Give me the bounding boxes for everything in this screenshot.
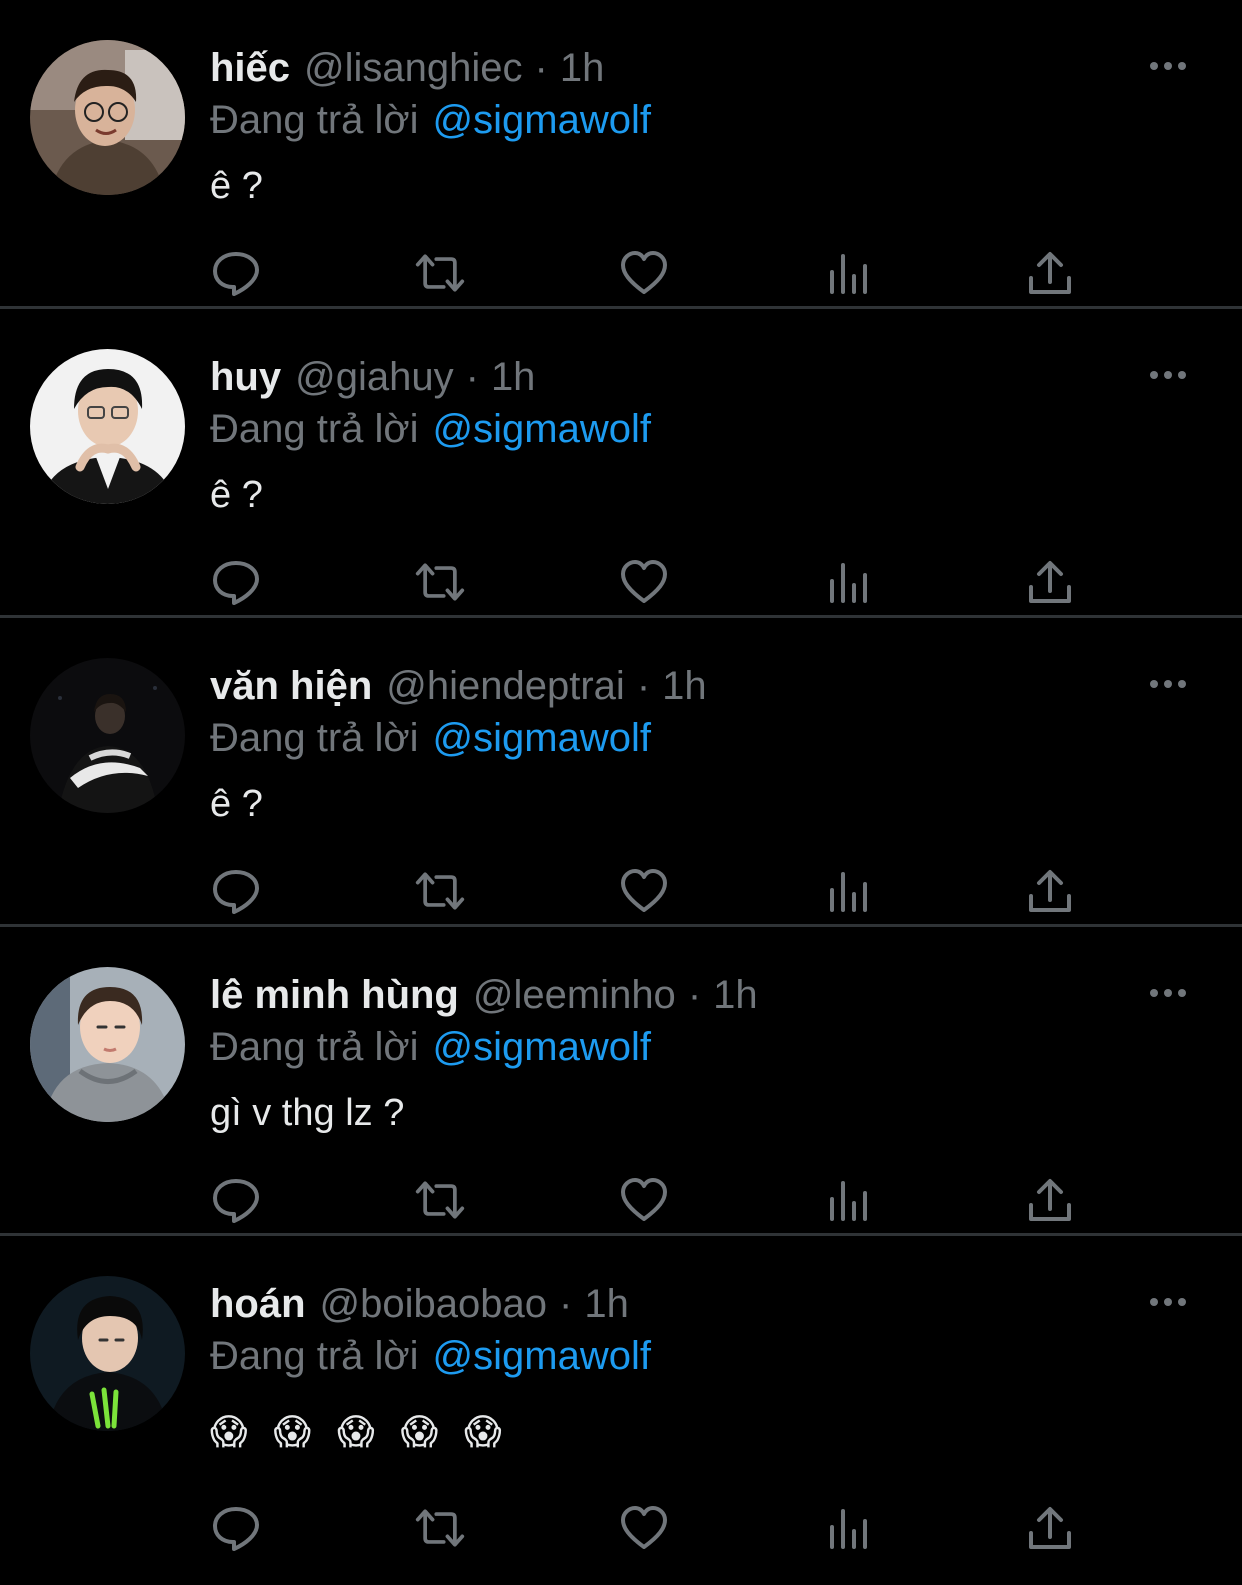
reply-bubble-icon[interactable]: [210, 865, 262, 917]
separator-dot: ·: [534, 46, 548, 90]
avatar[interactable]: [30, 1276, 185, 1431]
tweet-header: hiếc @lisanghiec · 1h: [210, 44, 604, 92]
display-name[interactable]: huy: [210, 355, 281, 399]
user-handle[interactable]: @lisanghiec: [304, 46, 523, 90]
action-bar: [0, 556, 1242, 612]
tweet-text: 😱 😱 😱 😱 😱: [210, 1411, 510, 1452]
tweet-text: gì v thg lz ?: [210, 1092, 405, 1134]
avatar[interactable]: [30, 40, 185, 195]
reply-bubble-icon[interactable]: [210, 556, 262, 608]
retweet-icon[interactable]: [414, 1174, 466, 1226]
more-horizontal-icon[interactable]: [1148, 363, 1188, 387]
reply-bubble-icon[interactable]: [210, 247, 262, 299]
share-upload-icon[interactable]: [1024, 247, 1076, 299]
more-horizontal-icon[interactable]: [1148, 981, 1188, 1005]
reply-bubble-icon[interactable]: [210, 1502, 262, 1554]
reply-feed: hiếc @lisanghiec · 1h Đang trả lời @sigmawol…: [0, 0, 1242, 1585]
reply-bubble-icon[interactable]: [210, 1174, 262, 1226]
action-bar: [0, 1502, 1242, 1558]
tweet[interactable]: huy @giahuy · 1h Đang trả lời @sigmawolf ê ?: [0, 309, 1242, 618]
avatar[interactable]: [30, 658, 185, 813]
mention-link[interactable]: @sigmawolf: [433, 1025, 651, 1069]
display-name[interactable]: hoán: [210, 1282, 306, 1326]
replying-to: Đang trả lời @sigmawolf: [210, 1332, 651, 1380]
tweet-text: ê ?: [210, 165, 263, 207]
heart-icon[interactable]: [618, 556, 670, 608]
share-upload-icon[interactable]: [1024, 556, 1076, 608]
separator-dot: ·: [687, 973, 702, 1017]
retweet-icon[interactable]: [414, 247, 466, 299]
replying-to-label: Đang trả lời: [210, 1334, 419, 1378]
mention-link[interactable]: @sigmawolf: [433, 1334, 651, 1378]
display-name[interactable]: hiếc: [210, 46, 290, 90]
more-horizontal-icon[interactable]: [1148, 672, 1188, 696]
views-bar-chart-icon[interactable]: [822, 865, 874, 917]
tweet[interactable]: văn hiện @hiendeptrai · 1h Đang trả lời @sig…: [0, 618, 1242, 927]
heart-icon[interactable]: [618, 1502, 670, 1554]
tweet[interactable]: hoán @boibaobao · 1h Đang trả lời @sigmawolf…: [0, 1236, 1242, 1585]
retweet-icon[interactable]: [414, 1502, 466, 1554]
timestamp[interactable]: 1h: [560, 46, 605, 90]
tweet-header: lê minh hùng @leeminho · 1h: [210, 971, 758, 1019]
more-horizontal-icon[interactable]: [1148, 54, 1188, 78]
heart-icon[interactable]: [618, 865, 670, 917]
action-bar: [0, 865, 1242, 921]
display-name[interactable]: lê minh hùng: [210, 973, 459, 1017]
user-handle[interactable]: @giahuy: [295, 355, 453, 399]
user-handle[interactable]: @leeminho: [473, 973, 676, 1017]
tweet-header: huy @giahuy · 1h: [210, 353, 535, 401]
action-bar: [0, 247, 1242, 303]
retweet-icon[interactable]: [414, 556, 466, 608]
replying-to: Đang trả lời @sigmawolf: [210, 1023, 651, 1071]
mention-link[interactable]: @sigmawolf: [433, 98, 651, 142]
timestamp[interactable]: 1h: [713, 973, 758, 1017]
views-bar-chart-icon[interactable]: [822, 247, 874, 299]
share-upload-icon[interactable]: [1024, 1174, 1076, 1226]
heart-icon[interactable]: [618, 247, 670, 299]
tweet-text: ê ?: [210, 474, 263, 516]
views-bar-chart-icon[interactable]: [822, 1174, 874, 1226]
display-name[interactable]: văn hiện: [210, 664, 372, 708]
tweet-header: hoán @boibaobao · 1h: [210, 1280, 629, 1328]
views-bar-chart-icon[interactable]: [822, 1502, 874, 1554]
user-handle[interactable]: @hiendeptrai: [386, 664, 625, 708]
avatar[interactable]: [30, 349, 185, 504]
more-horizontal-icon[interactable]: [1148, 1290, 1188, 1314]
retweet-icon[interactable]: [414, 865, 466, 917]
separator-dot: ·: [636, 664, 651, 708]
replying-to-label: Đang trả lời: [210, 716, 419, 760]
tweet[interactable]: lê minh hùng @leeminho · 1h Đang trả lời @si…: [0, 927, 1242, 1236]
share-upload-icon[interactable]: [1024, 1502, 1076, 1554]
timestamp[interactable]: 1h: [584, 1282, 629, 1326]
replying-to: Đang trả lời @sigmawolf: [210, 714, 651, 762]
views-bar-chart-icon[interactable]: [822, 556, 874, 608]
timestamp[interactable]: 1h: [491, 355, 536, 399]
timestamp[interactable]: 1h: [662, 664, 707, 708]
tweet[interactable]: hiếc @lisanghiec · 1h Đang trả lời @sigmawol…: [0, 0, 1242, 309]
heart-icon[interactable]: [618, 1174, 670, 1226]
user-handle[interactable]: @boibaobao: [320, 1282, 547, 1326]
replying-to: Đang trả lời @sigmawolf: [210, 96, 651, 144]
replying-to: Đang trả lời @sigmawolf: [210, 405, 651, 453]
tweet-header: văn hiện @hiendeptrai · 1h: [210, 662, 707, 710]
avatar[interactable]: [30, 967, 185, 1122]
mention-link[interactable]: @sigmawolf: [433, 407, 651, 451]
separator-dot: ·: [559, 1282, 573, 1326]
replying-to-label: Đang trả lời: [210, 1025, 419, 1069]
replying-to-label: Đang trả lời: [210, 98, 419, 142]
action-bar: [0, 1174, 1242, 1230]
share-upload-icon[interactable]: [1024, 865, 1076, 917]
mention-link[interactable]: @sigmawolf: [433, 716, 651, 760]
separator-dot: ·: [465, 355, 479, 399]
tweet-text: ê ?: [210, 783, 263, 825]
replying-to-label: Đang trả lời: [210, 407, 419, 451]
